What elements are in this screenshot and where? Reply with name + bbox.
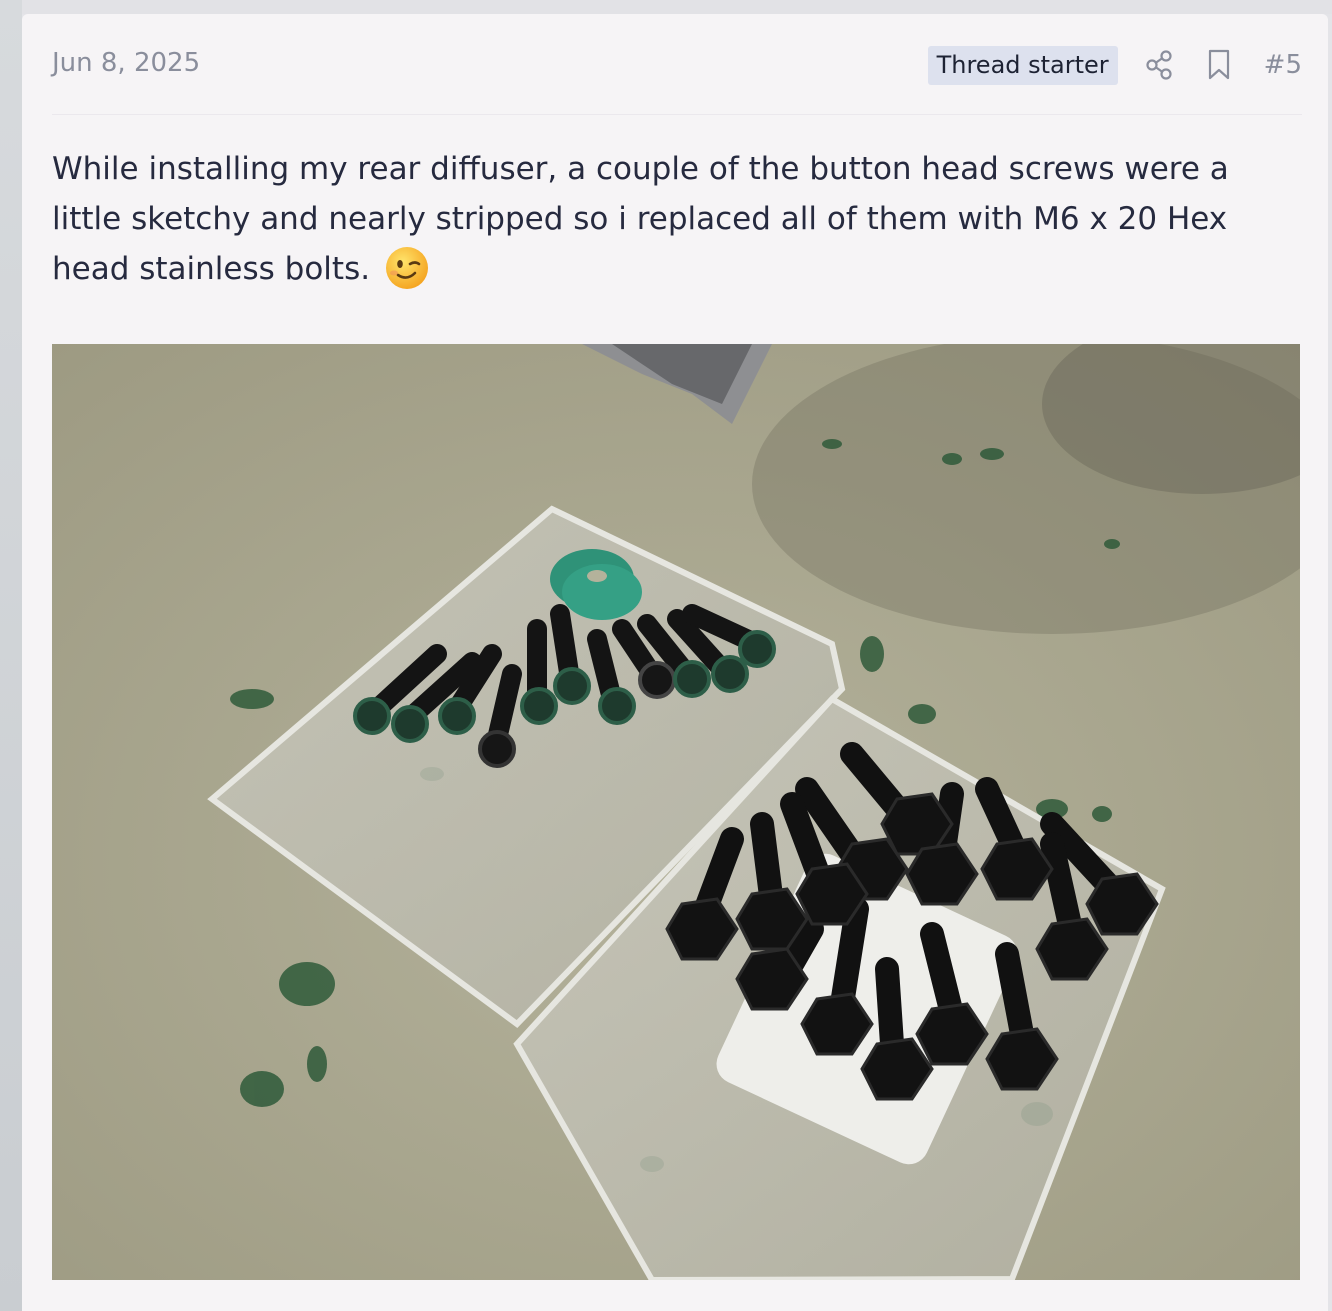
header-divider	[52, 114, 1302, 115]
message-text: While installing my rear diffuser, a cou…	[52, 151, 1229, 287]
bookmark-icon[interactable]	[1204, 48, 1234, 82]
winking-face-icon	[384, 245, 430, 291]
attached-photo[interactable]	[52, 344, 1300, 1280]
top-strip	[0, 0, 1332, 14]
post-message: While installing my rear diffuser, a cou…	[52, 144, 1302, 294]
forum-post: Jun 8, 2025 Thread starter #5 While inst…	[22, 14, 1328, 1311]
post-date[interactable]: Jun 8, 2025	[52, 48, 200, 78]
post-number-link[interactable]: #5	[1264, 50, 1302, 80]
post-header: Jun 8, 2025 Thread starter #5	[52, 40, 1302, 90]
share-icon[interactable]	[1144, 48, 1174, 82]
thread-starter-badge: Thread starter	[927, 45, 1118, 85]
left-rail	[0, 0, 22, 1311]
post-actions: Thread starter #5	[927, 44, 1302, 86]
